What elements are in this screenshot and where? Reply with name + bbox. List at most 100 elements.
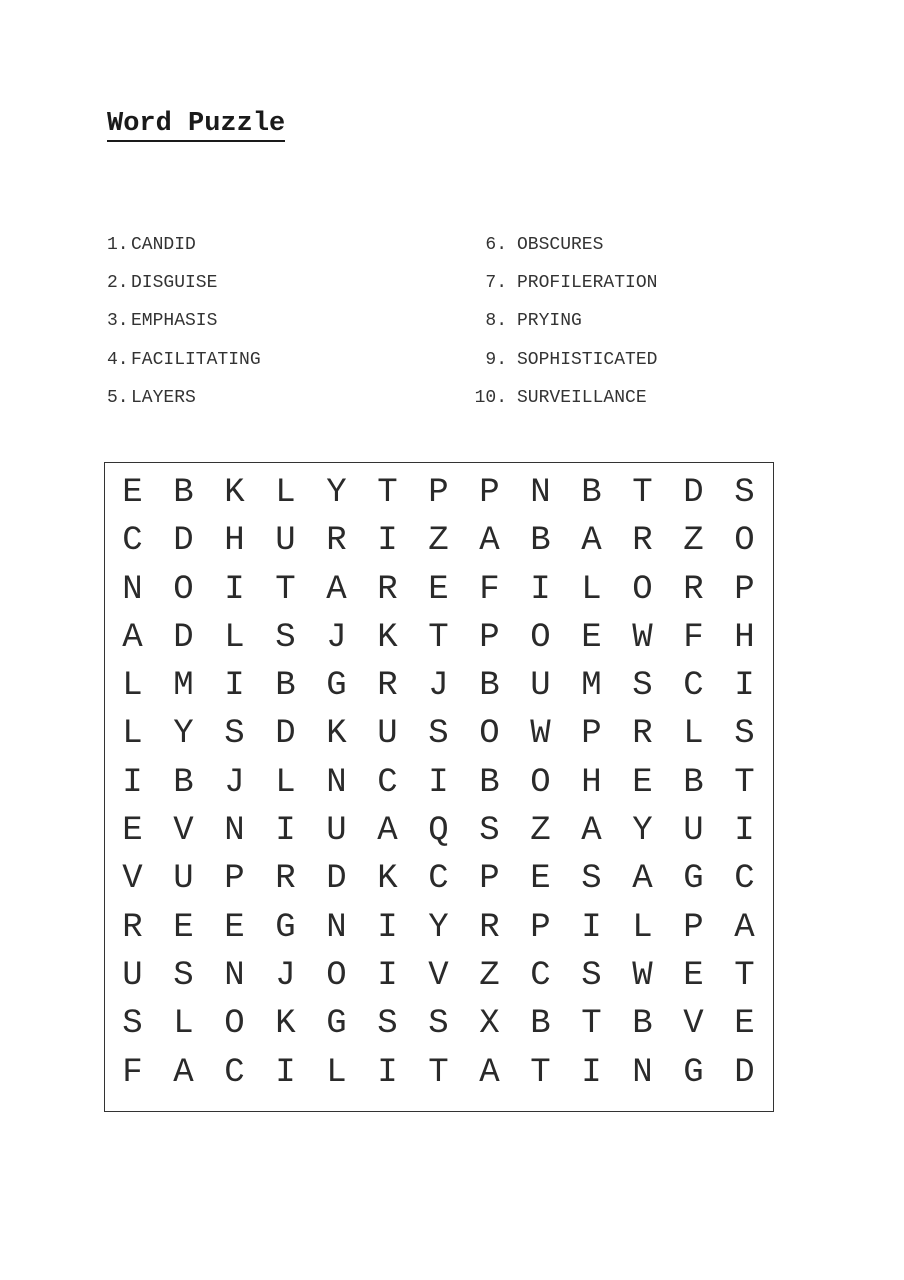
grid-cell: D: [734, 1053, 755, 1092]
grid-cell: F: [683, 618, 704, 657]
word-list-item: 8. PRYING: [467, 308, 657, 346]
grid-cell: P: [428, 474, 449, 512]
grid-cell: B: [479, 667, 500, 706]
grid-cell: A: [479, 522, 500, 561]
grid-cell: O: [530, 763, 551, 802]
puzzle-grid-frame: EBKLYTPPNBTDSCDHURIZABARZONOITAREFILORPA…: [104, 462, 774, 1112]
grid-cell: U: [173, 860, 194, 899]
grid-cell: D: [173, 522, 194, 561]
grid-cell: B: [173, 474, 194, 512]
grid-cell: B: [530, 522, 551, 561]
word-list-item: 5. LAYERS: [107, 385, 261, 423]
grid-cell: X: [479, 1005, 500, 1044]
grid-cell: R: [275, 860, 296, 899]
grid-cell: N: [632, 1053, 653, 1092]
grid-cell: T: [428, 1053, 449, 1092]
grid-cell: J: [326, 618, 347, 657]
page-title: Word Puzzle: [107, 108, 286, 142]
grid-cell: F: [479, 570, 500, 609]
grid-row: EVNIUAQSZAYUI: [107, 807, 770, 855]
grid-cell: N: [224, 956, 245, 995]
grid-cell: D: [326, 860, 347, 899]
grid-cell: L: [326, 1053, 347, 1092]
grid-cell: N: [326, 763, 347, 802]
grid-cell: U: [377, 715, 398, 754]
word-text: PROFILERATION: [517, 273, 658, 294]
grid-cell: A: [377, 812, 398, 851]
grid-cell: R: [683, 570, 704, 609]
grid-cell: E: [632, 763, 653, 802]
word-number: 6.: [485, 235, 507, 255]
grid-cell: Y: [428, 908, 449, 947]
word-list-item: 10. SURVEILLANCE: [467, 385, 657, 423]
grid-cell: K: [377, 618, 398, 657]
grid-cell: T: [734, 956, 755, 995]
grid-cell: L: [224, 618, 245, 657]
grid-cell: B: [683, 763, 704, 802]
grid-cell: T: [581, 1005, 602, 1044]
word-list-column-right: 6. OBSCURES 7. PROFILERATION 8. PRYING 9. SO…: [467, 232, 658, 423]
word-number: 10.: [474, 387, 507, 408]
grid-cell: R: [377, 667, 398, 706]
grid-cell: O: [173, 570, 194, 609]
grid-cell: D: [275, 715, 296, 754]
grid-cell: V: [428, 956, 449, 995]
grid-cell: I: [224, 570, 245, 609]
grid-cell: P: [479, 618, 500, 657]
grid-cell: V: [683, 1005, 704, 1044]
grid-cell: E: [122, 812, 143, 851]
word-number: 3.: [107, 311, 129, 332]
grid-cell: O: [530, 618, 551, 657]
word-list: 1. CANDID 2. DISGUISE 3. EMPHASIS 4. FACILIT…: [107, 232, 747, 422]
word-number: 2.: [107, 273, 129, 294]
grid-cell: I: [734, 812, 755, 851]
grid-row: USNJOIVZCSWET: [107, 952, 770, 1000]
grid-cell: F: [122, 1053, 143, 1092]
grid-cell: I: [377, 1053, 398, 1092]
grid-cell: S: [581, 956, 602, 995]
grid-cell: C: [530, 956, 551, 995]
grid-cell: D: [683, 474, 704, 512]
grid-cell: I: [275, 812, 296, 851]
word-list-item: 6. OBSCURES: [467, 232, 657, 270]
grid-cell: G: [275, 908, 296, 947]
grid-cell: G: [683, 1053, 704, 1092]
grid-cell: L: [581, 570, 602, 609]
grid-cell: O: [479, 715, 500, 754]
grid-cell: I: [377, 908, 398, 947]
grid-cell: J: [224, 763, 245, 802]
grid-row: REEGNIYRPILPA: [107, 904, 770, 952]
grid-cell: G: [326, 1005, 347, 1044]
grid-cell: M: [581, 667, 602, 706]
word-list-item: 3. EMPHASIS: [107, 308, 261, 346]
word-text: SOPHISTICATED: [517, 349, 658, 370]
grid-cell: K: [377, 860, 398, 899]
grid-cell: V: [122, 860, 143, 899]
grid-row: IBJLNCIBOHEBT: [107, 759, 770, 807]
grid-cell: E: [428, 570, 449, 609]
grid-cell: J: [275, 956, 296, 995]
grid-cell: Y: [326, 474, 347, 512]
word-text: FACILITATING: [131, 349, 261, 370]
grid-cell: A: [632, 860, 653, 899]
grid-cell: A: [122, 618, 143, 657]
grid-cell: P: [479, 860, 500, 899]
word-list-item: 2. DISGUISE: [107, 270, 261, 308]
grid-cell: I: [377, 956, 398, 995]
grid-cell: B: [581, 474, 602, 512]
grid-cell: T: [275, 570, 296, 609]
grid-cell: L: [275, 763, 296, 802]
word-number: 5.: [107, 387, 129, 408]
grid-cell: A: [173, 1053, 194, 1092]
grid-cell: K: [275, 1005, 296, 1044]
grid-cell: P: [734, 570, 755, 609]
grid-cell: E: [581, 618, 602, 657]
grid-cell: L: [275, 474, 296, 512]
word-list-item: 7. PROFILERATION: [467, 270, 657, 308]
grid-cell: S: [173, 956, 194, 995]
grid-cell: L: [122, 667, 143, 706]
grid-cell: L: [683, 715, 704, 754]
grid-cell: A: [326, 570, 347, 609]
grid-cell: P: [683, 908, 704, 947]
grid-cell: C: [428, 860, 449, 899]
